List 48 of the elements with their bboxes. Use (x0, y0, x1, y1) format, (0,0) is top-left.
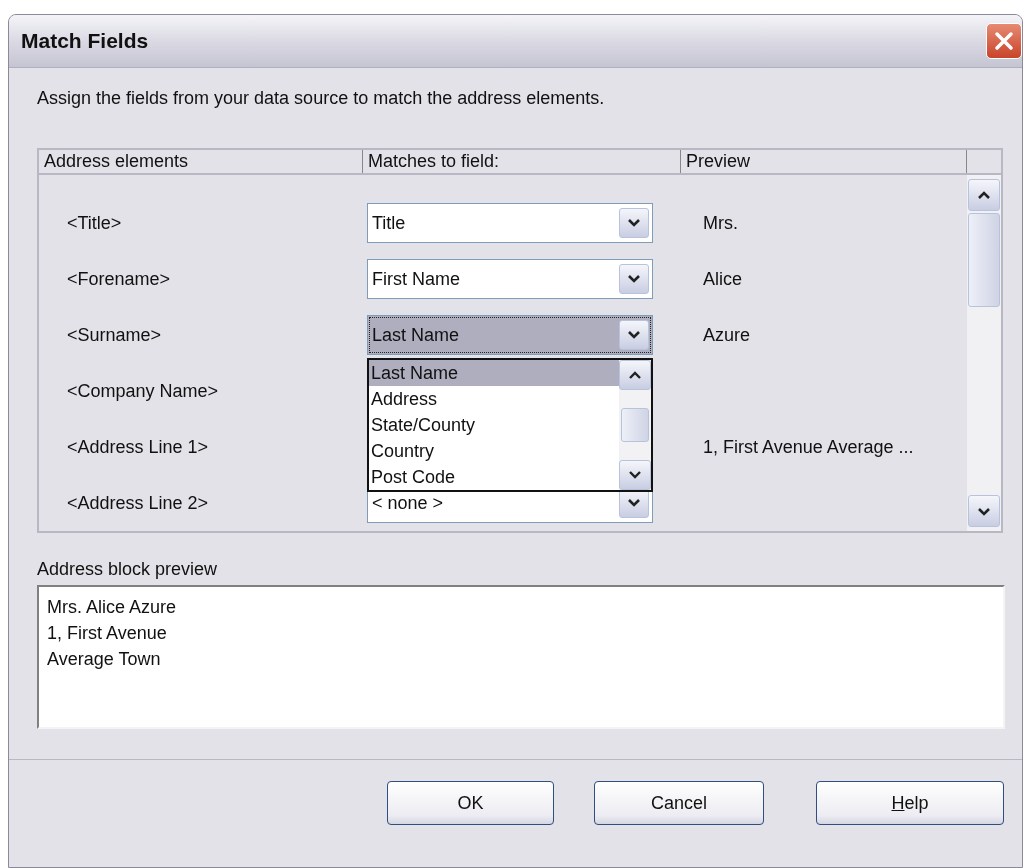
scroll-down-button[interactable] (968, 495, 1000, 527)
address-line: Mrs. Alice Azure (47, 596, 178, 619)
address-element-label: <Title> (66, 212, 123, 234)
dropdown-option[interactable]: Last Name (369, 360, 619, 386)
address-element-label: <Address Line 1> (66, 436, 210, 458)
column-header: Address elements (39, 150, 363, 173)
address-line: 1, First Avenue (47, 622, 168, 645)
preview-label: Address block preview (37, 559, 219, 581)
chevron-up-icon (629, 371, 641, 379)
dropdown-option[interactable]: Country (369, 438, 619, 464)
scroll-thumb[interactable] (968, 213, 1000, 307)
preview-value: 1, First Avenue Average ... (702, 436, 915, 458)
chevron-down-icon (629, 471, 641, 479)
dropdown-option[interactable]: Address (369, 386, 619, 412)
scroll-thumb[interactable] (621, 408, 649, 442)
chevron-down-icon (977, 506, 991, 516)
column-header: Preview (681, 150, 967, 173)
address-line: Average Town (47, 648, 162, 671)
chevron-down-icon (627, 498, 641, 508)
address-element-label: <Company Name> (66, 380, 220, 402)
chevron-down-icon (627, 274, 641, 284)
field-dropdown[interactable]: Title (367, 203, 653, 243)
chevron-down-icon (627, 218, 641, 228)
dropdown-option[interactable]: State/County (369, 412, 619, 438)
dropdown-arrow-button[interactable] (619, 264, 649, 294)
dropdown-arrow-button[interactable] (619, 320, 649, 350)
dropdown-arrow-button[interactable] (619, 208, 649, 238)
address-element-label: <Forename> (66, 268, 172, 290)
scroll-up-button[interactable] (968, 179, 1000, 211)
close-icon (993, 30, 1015, 52)
scroll-down-button[interactable] (619, 460, 651, 490)
column-header: Matches to field: (363, 150, 681, 173)
preview-value: Alice (702, 268, 743, 290)
field-dropdown[interactable]: First Name (367, 259, 653, 299)
preview-value: Azure (702, 324, 752, 346)
address-element-label: <Surname> (66, 324, 163, 346)
dialog-button[interactable]: Cancel (594, 781, 764, 825)
chevron-up-icon (977, 190, 991, 200)
chevron-down-icon (627, 330, 641, 340)
dialog-button[interactable]: OK (387, 781, 554, 825)
close-button[interactable] (986, 23, 1022, 59)
scroll-up-button[interactable] (619, 360, 651, 390)
address-element-label: <Address Line 2> (66, 492, 210, 514)
field-dropdown[interactable]: Last Name (367, 315, 653, 355)
dialog-button[interactable]: Help (816, 781, 1004, 825)
instruction-text: Assign the fields from your data source to match the address elements. (37, 88, 606, 110)
window-title: Match Fields (21, 29, 149, 53)
preview-value: Mrs. (702, 212, 739, 234)
